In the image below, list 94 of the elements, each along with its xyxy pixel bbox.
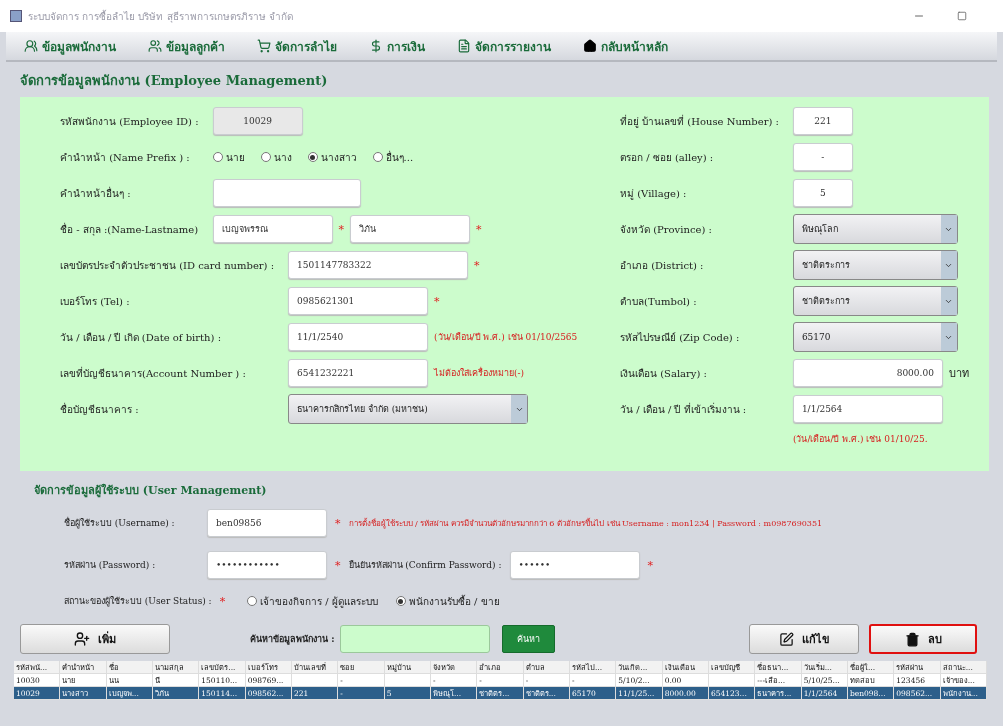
dropdown[interactable]: ชาติตระการ [792,286,958,316]
radio-button[interactable] [247,596,258,606]
field-label: อำเภอ (District) : [620,258,705,273]
field-label: ชื่อบัญชีธนาคาร : [60,401,140,417]
field-label: คำนำหน้าอื่นๆ : [60,185,132,201]
radio-label: นาย [225,150,245,165]
search-label: ค้นหาข้อมูลพนักงาน : [250,633,335,646]
field-label: ชื่อ - สกุล :(Name-Lastname) [60,221,199,237]
input-field[interactable]: 5 [792,179,853,207]
edit-button[interactable]: แก้ไข [749,624,859,654]
dropdown[interactable]: พิษณุโลก [792,214,958,244]
input-field[interactable]: 11/1/2540 [288,323,429,351]
input-field[interactable]: - [792,143,853,171]
document-icon [457,39,471,53]
field-label: สถานะของผู้ใช้ระบบ (User Status) : [64,595,212,608]
field-label: วัน / เดือน / ปี เกิด (Date of birth) : [60,330,222,345]
password-field[interactable]: •••••• [509,551,640,579]
field-label: รหัสผ่าน (Password) : [64,559,157,572]
edit-icon [778,631,794,647]
maximize-icon[interactable] [957,11,967,21]
user-icon [24,39,38,53]
employee-id-field: 10029 [212,107,303,135]
name-field[interactable]: เบญจพรรณ [212,215,333,243]
required-mark: * [474,258,480,272]
app-icon [10,10,22,22]
field-label: เลขที่บัญชีธนาคาร(Account Number ) : [60,365,247,381]
required-mark: * [335,558,341,572]
input-field[interactable]: 1/1/2564 [792,395,943,423]
required-mark: * [335,516,341,530]
hint-text: ไม่ต้องใส่เครื่องหมาย(-) [434,366,525,380]
menu-item[interactable]: ข้อมูลพนักงาน [22,34,118,58]
hint-text: (วัน/เดือน/ปี พ.ศ.) เช่น 01/10/25. [792,433,929,446]
window-title: ระบบจัดการ การซื้อลำไย บริษัท สุธีราพการเกษตรภิราษ จำกัด [28,8,294,24]
field-label: คำนำหน้า (Name Prefix ) : [60,150,191,165]
required-mark: * [647,558,654,572]
home-icon [583,39,597,53]
radio-label: เจ้าของกิจการ / ผู้ดูแลระบบ [260,594,378,609]
field-label: วัน / เดือน / ปี ที่เข้าเริ่มงาน : [620,401,748,417]
password-field[interactable]: •••••••••••• [207,551,327,579]
radio-label: นาง [273,150,292,165]
cart-icon [257,39,271,53]
radio-button[interactable] [307,152,318,162]
field-label: รหัสไปรษณีย์ (Zip Code) : [620,330,741,345]
hint-text: (วัน/เดือน/ปี พ.ศ.) เช่น 01/10/2565 [434,331,578,344]
add-button[interactable]: เพิ่ม [20,624,170,654]
field-label: ตำบล(Tumbol) : [620,294,698,309]
section-title: จัดการข้อมูลผู้ใช้ระบบ (User Management) [34,482,268,499]
radio-label: พนักงานรับซื้อ / ขาย [408,593,500,609]
dropdown[interactable]: 65170 [792,322,958,352]
radio-label: นางสาว [320,150,357,165]
name-field[interactable]: วิภัน [350,215,471,243]
required-mark: * [434,294,440,308]
radio-button[interactable] [372,152,383,162]
radio-button[interactable] [212,152,223,162]
dollar-icon [369,39,383,53]
input-field[interactable]: 1501147783322 [288,251,469,279]
field-label: เงินเดือน (Salary) : [620,366,708,381]
input-field[interactable] [212,179,361,207]
search-button[interactable]: ค้นหา [502,625,556,653]
field-label: รหัสพนักงาน (Employee ID) : [60,114,199,129]
trash-icon [904,631,920,647]
field-label: ตรอก / ซอย (alley) : [620,150,715,165]
section-title: จัดการข้อมูลพนักงาน (Employee Management) [19,72,329,91]
menu-item[interactable]: จัดการรายงาน [455,34,553,58]
username-field[interactable]: ben09856 [207,509,327,537]
field-label: หมู่ (Village) : [620,186,688,201]
delete-button[interactable]: ลบ [869,624,977,654]
radio-button[interactable] [395,596,406,606]
required-mark: * [338,222,345,236]
input-field[interactable]: 6541232221 [288,359,429,387]
field-label: ชื่อผู้ใช้ระบบ (Username) : [64,516,176,530]
radio-label: อื่นๆ... [385,149,414,165]
add-user-icon [74,631,90,647]
field-label: เบอร์โทร (Tel) : [60,294,131,309]
menu-item[interactable]: จัดการลำไย [255,34,339,58]
dropdown[interactable]: ธนาคารกสิกรไทย จำกัด (มหาชน) [288,394,529,424]
required-mark: * [219,594,226,608]
search-field[interactable] [340,625,491,653]
hint-text: การตั้งชื่อผู้ใช้ระบบ / รหัสผ่าน ควรมีจำนวนตัวอักษรมากกว่า 6 ตัวอักษรขึ้นไป เช่น Username : mon1234 | Password : m0987690351 [348,517,823,530]
field-label: จังหวัด (Province) : [620,222,713,237]
dropdown[interactable]: ชาติตระการ [792,250,958,280]
input-field[interactable]: 221 [792,107,853,135]
required-mark: * [476,222,482,236]
field-label: เลขบัตรประจำตัวประชาชน (ID card number) : [60,258,275,273]
salary-field[interactable]: 8000.00 [792,359,943,387]
menu-item[interactable]: กลับหน้าหลัก [581,34,670,58]
input-field[interactable]: 0985621301 [288,287,429,315]
field-label: ที่อยู่ บ้านเลขที่ (House Number) : [620,113,779,129]
menu-item[interactable]: การเงิน [367,34,427,58]
field-label: ยืนยันรหัสผ่าน (Confirm Password) : [348,559,502,572]
menu-item[interactable]: ข้อมูลลูกค้า [146,34,227,58]
radio-button[interactable] [260,152,271,162]
unit-label: บาท [948,366,969,382]
group-icon [148,39,162,53]
